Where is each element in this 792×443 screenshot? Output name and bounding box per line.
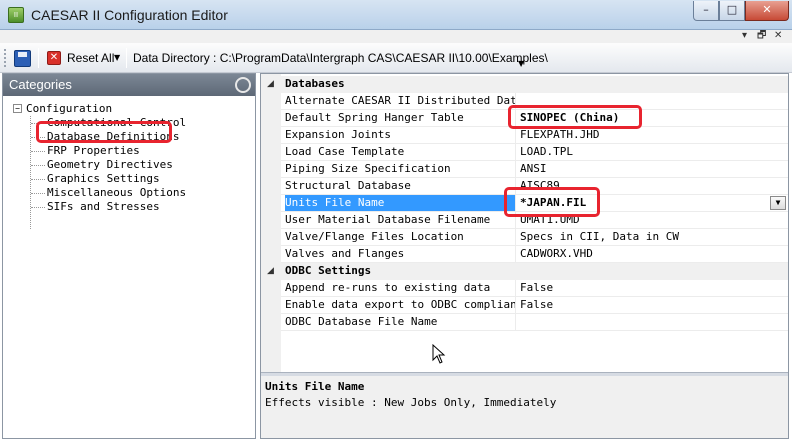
description-title: Units File Name (265, 380, 365, 393)
categories-title: Categories (9, 77, 72, 92)
toolbar-separator (126, 48, 127, 68)
data-directory-label: Data Directory : C:\ProgramData\Intergra… (133, 51, 548, 65)
collapse-icon[interactable]: ◢ (267, 76, 274, 92)
property-row[interactable]: Structural Database AISC89 (281, 178, 788, 195)
property-value[interactable]: Specs in CII, Data in CW (515, 229, 788, 245)
property-grid: ◢ Databases Alternate CAESAR II Distribu… (261, 74, 788, 372)
group-odbc-settings[interactable]: ◢ ODBC Settings (267, 263, 788, 280)
mdi-close-icon[interactable]: ✕ (774, 30, 782, 42)
reset-icon[interactable]: ✕ (47, 51, 61, 65)
property-row[interactable]: Enable data export to ODBC compliant d Fa… (281, 297, 788, 314)
property-label: Append re-runs to existing data (285, 281, 491, 294)
property-value[interactable]: AISC89 (515, 178, 788, 194)
dropdown-button[interactable]: ▼ (770, 196, 786, 210)
property-value[interactable]: False (515, 297, 788, 313)
tree-root-configuration[interactable]: − Configuration (13, 102, 112, 115)
property-value[interactable]: UMAT1.UMD (515, 212, 788, 228)
categories-panel: Categories − Configuration Computational … (2, 73, 256, 439)
tree-item-miscellaneous-options[interactable]: Miscellaneous Options (30, 186, 186, 200)
grid-margin (261, 74, 281, 372)
mdi-controls: ▾ 🗗 ✕ (0, 30, 792, 43)
property-row[interactable]: Load Case Template LOAD.TPL (281, 144, 788, 161)
property-row[interactable]: User Material Database Filename UMAT1.UMD (281, 212, 788, 229)
tree-item-database-definitions[interactable]: Database Definitions (30, 130, 179, 144)
property-value[interactable] (515, 314, 788, 330)
tree-item-geometry-directives[interactable]: Geometry Directives (30, 158, 173, 172)
property-label: Piping Size Specification (285, 162, 451, 175)
toolbar-grip[interactable] (4, 49, 7, 67)
collapse-icon[interactable]: ◢ (267, 263, 274, 279)
property-value[interactable]: *JAPAN.FIL (515, 195, 788, 211)
property-label: Units File Name (285, 195, 515, 211)
property-row[interactable]: Default Spring Hanger Table SINOPEC (Chin… (281, 110, 788, 127)
pin-icon[interactable] (235, 77, 251, 93)
category-tree: − Configuration Computational Control Dat… (3, 96, 255, 229)
property-label: Enable data export to ODBC compliant d (285, 298, 515, 311)
property-value[interactable]: ANSI (515, 161, 788, 177)
description-panel: Units File Name Effects visible : New Jo… (261, 376, 788, 438)
property-label: Expansion Joints (285, 128, 391, 141)
mouse-cursor-icon (432, 344, 446, 364)
app-icon: II (8, 7, 24, 23)
property-panel: ◢ Databases Alternate CAESAR II Distribu… (260, 73, 789, 439)
title-bar: II CAESAR II Configuration Editor – □ ✕ (0, 0, 792, 30)
categories-header: Categories (3, 74, 255, 96)
collapse-icon[interactable]: − (13, 104, 22, 113)
property-value[interactable]: CADWORX.VHD (515, 246, 788, 262)
tree-root-label: Configuration (26, 102, 113, 115)
save-icon[interactable] (14, 50, 31, 67)
restore-icon[interactable]: 🗗 (757, 30, 766, 42)
property-value[interactable]: SINOPEC (China) (515, 110, 788, 126)
property-row[interactable]: Append re-runs to existing data False (281, 280, 788, 297)
group-databases[interactable]: ◢ Databases (267, 76, 788, 93)
description-text: Effects visible : New Jobs Only, Immedia… (265, 396, 557, 409)
group-label: Databases (285, 77, 345, 90)
property-row[interactable]: ODBC Database File Name (281, 314, 788, 331)
toolbar: ✕ Reset All ▼ Data Directory : C:\Progra… (0, 43, 792, 73)
close-button[interactable]: ✕ (745, 1, 789, 21)
property-row[interactable]: Alternate CAESAR II Distributed Data P (281, 93, 788, 110)
window-title: CAESAR II Configuration Editor (31, 7, 228, 23)
property-value[interactable]: False (515, 280, 788, 296)
property-label: Alternate CAESAR II Distributed Data P (285, 94, 515, 107)
chevron-down-icon[interactable]: ▼ (114, 51, 120, 65)
reset-all-button[interactable]: Reset All (67, 51, 114, 65)
property-row[interactable]: Valve/Flange Files Location Specs in CII,… (281, 229, 788, 246)
maximize-button[interactable]: □ (719, 1, 745, 21)
tree-item-sifs-and-stresses[interactable]: SIFs and Stresses (30, 200, 160, 214)
group-label: ODBC Settings (285, 264, 372, 277)
property-row[interactable]: Piping Size Specification ANSI (281, 161, 788, 178)
property-row-selected[interactable]: Units File Name *JAPAN.FIL ▼ (281, 195, 788, 212)
property-label: Load Case Template (285, 145, 405, 158)
property-value[interactable]: LOAD.TPL (515, 144, 788, 160)
property-label: Structural Database (285, 179, 411, 192)
property-label: User Material Database Filename (285, 213, 491, 226)
property-label: Valves and Flanges (285, 247, 405, 260)
property-label: Valve/Flange Files Location (285, 230, 464, 243)
property-row[interactable]: Valves and Flanges CADWORX.VHD (281, 246, 788, 263)
property-row[interactable]: Expansion Joints FLEXPATH.JHD (281, 127, 788, 144)
property-value[interactable]: FLEXPATH.JHD (515, 127, 788, 143)
property-value[interactable] (515, 93, 788, 109)
property-label: ODBC Database File Name (285, 315, 438, 328)
tree-item-frp-properties[interactable]: FRP Properties (30, 144, 140, 158)
minimize-button[interactable]: – (693, 1, 719, 21)
property-label: Default Spring Hanger Table (285, 111, 464, 124)
pin-dropdown-icon[interactable]: ▾ (742, 30, 747, 42)
toolbar-separator (38, 48, 39, 68)
toolbar-overflow-icon[interactable]: ▼ (518, 59, 524, 68)
tree-item-computational-control[interactable]: Computational Control (30, 116, 186, 130)
tree-item-graphics-settings[interactable]: Graphics Settings (30, 172, 160, 186)
